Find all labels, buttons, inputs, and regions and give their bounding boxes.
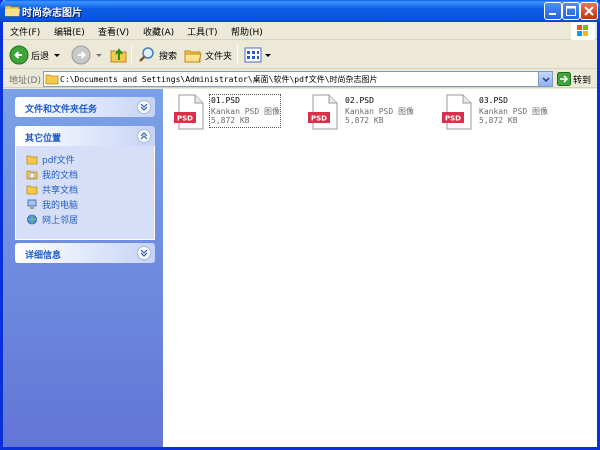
link-my-documents[interactable]: 我的文档	[26, 167, 154, 182]
views-grid-icon	[244, 47, 262, 63]
folders-button[interactable]: 文件夹	[183, 44, 232, 66]
go-button[interactable]: 转到	[557, 71, 595, 87]
folders-label: 文件夹	[205, 51, 233, 62]
title-bar[interactable]: 时尚杂志图片	[0, 0, 600, 22]
menu-tools[interactable]: 工具(T)	[187, 25, 218, 38]
close-button[interactable]	[580, 2, 598, 20]
menu-bar: 文件(F) 编辑(E) 查看(V) 收藏(A) 工具(T) 帮助(H)	[3, 22, 597, 40]
back-button[interactable]: 后退	[9, 44, 61, 66]
link-pdf-folder[interactable]: pdf文件	[26, 152, 154, 167]
other-places-title: 其它位置	[25, 134, 62, 144]
menu-edit[interactable]: 编辑(E)	[54, 25, 85, 38]
other-places-header[interactable]: 其它位置	[15, 126, 155, 146]
link-label: 共享文档	[42, 186, 79, 196]
file-item[interactable]: PSD 03.PSD Kankan PSD 图像 5,872 KB	[437, 92, 567, 132]
file-list-view[interactable]: PSD 01.PSD Kankan PSD 图像 5,872 KB PSD 02…	[163, 89, 597, 447]
other-places-panel: 其它位置 pdf文件 我的文档 共享文档 我的电脑 网上邻居	[15, 126, 155, 240]
svg-text:PSD: PSD	[311, 115, 327, 123]
go-arrow-icon	[557, 72, 571, 86]
file-size: 5,872 KB	[211, 116, 250, 125]
up-folder-icon	[110, 48, 127, 63]
chevron-down-icon[interactable]	[95, 51, 103, 59]
file-size: 5,872 KB	[479, 116, 518, 125]
tasks-panel-title: 文件和文件夹任务	[25, 105, 98, 115]
close-icon	[584, 6, 594, 16]
file-name: 03.PSD	[479, 96, 508, 105]
minimize-icon	[549, 13, 556, 15]
tasks-panel: 文件和文件夹任务	[15, 97, 155, 117]
link-label: 我的电脑	[42, 201, 79, 211]
file-item[interactable]: PSD 02.PSD Kankan PSD 图像 5,872 KB	[303, 92, 433, 132]
search-label: 搜索	[159, 51, 178, 62]
link-label: 网上邻居	[42, 216, 79, 226]
maximize-icon	[566, 6, 576, 16]
address-bar: 地址(D) C:\Documents and Settings\Administ…	[3, 70, 597, 88]
back-arrow-icon	[9, 45, 29, 65]
menu-help[interactable]: 帮助(H)	[231, 25, 263, 38]
link-my-computer[interactable]: 我的电脑	[26, 197, 154, 212]
folder-icon	[5, 5, 20, 17]
file-item[interactable]: PSD 01.PSD Kankan PSD 图像 5,872 KB	[169, 92, 299, 132]
minimize-button[interactable]	[544, 2, 562, 20]
toolbar-separator	[131, 45, 132, 65]
address-dropdown-button[interactable]	[538, 72, 552, 86]
expand-chevron-icon[interactable]	[137, 246, 151, 260]
my-computer-icon	[27, 199, 37, 209]
window-title: 时尚杂志图片	[22, 8, 82, 19]
collapse-chevron-icon[interactable]	[137, 129, 151, 143]
forward-arrow-icon	[71, 45, 91, 65]
details-panel-title: 详细信息	[25, 251, 62, 261]
forward-button[interactable]	[71, 44, 103, 66]
psd-file-icon: PSD	[308, 94, 338, 130]
shared-folder-icon	[26, 185, 38, 195]
expand-chevron-icon[interactable]	[137, 100, 151, 114]
windows-logo	[571, 22, 595, 40]
back-label: 后退	[31, 51, 50, 62]
toolbar-separator	[237, 45, 238, 65]
file-name: 01.PSD	[211, 96, 240, 105]
details-panel-header[interactable]: 详细信息	[15, 243, 155, 263]
link-shared-documents[interactable]: 共享文档	[26, 182, 154, 197]
other-places-body: pdf文件 我的文档 共享文档 我的电脑 网上邻居	[15, 146, 155, 240]
windows-flag-icon	[577, 25, 588, 36]
views-button[interactable]	[243, 44, 272, 66]
tasks-panel-header[interactable]: 文件和文件夹任务	[15, 97, 155, 117]
chevron-down-icon	[542, 77, 550, 83]
address-input[interactable]: C:\Documents and Settings\Administrator\…	[43, 71, 553, 87]
my-documents-icon	[26, 170, 38, 180]
go-label: 转到	[573, 75, 592, 86]
folder-icon	[26, 155, 38, 165]
link-label: pdf文件	[42, 156, 75, 166]
toolbar: 后退 搜索 文件夹	[3, 41, 597, 69]
search-button[interactable]: 搜索	[137, 44, 177, 66]
chevron-down-icon[interactable]	[53, 51, 61, 59]
svg-text:PSD: PSD	[177, 115, 193, 123]
explorer-window: 时尚杂志图片 文件(F) 编辑(E) 查看(V) 收藏(A) 工具(T) 帮助(…	[0, 0, 600, 450]
maximize-button[interactable]	[562, 2, 580, 20]
menu-view[interactable]: 查看(V)	[98, 25, 129, 38]
address-path: C:\Documents and Settings\Administrator\…	[60, 75, 378, 84]
psd-file-icon: PSD	[174, 94, 204, 130]
up-folder-button[interactable]	[109, 44, 129, 66]
menu-file[interactable]: 文件(F)	[10, 25, 40, 38]
address-label: 地址(D)	[9, 76, 41, 86]
psd-file-icon: PSD	[442, 94, 472, 130]
link-label: 我的文档	[42, 171, 79, 181]
link-network-places[interactable]: 网上邻居	[26, 212, 154, 227]
network-icon	[27, 214, 37, 225]
svg-text:PSD: PSD	[445, 115, 461, 123]
details-panel: 详细信息	[15, 243, 155, 263]
task-pane: 文件和文件夹任务 其它位置 pdf文件 我的文档 共享文档 我的电脑 网上邻居 …	[3, 89, 163, 447]
chevron-down-icon[interactable]	[264, 51, 272, 59]
menu-favorites[interactable]: 收藏(A)	[143, 25, 174, 38]
folders-icon	[184, 50, 202, 63]
file-name: 02.PSD	[345, 96, 374, 105]
search-icon	[139, 47, 154, 62]
file-size: 5,872 KB	[345, 116, 384, 125]
folder-icon	[45, 74, 59, 85]
